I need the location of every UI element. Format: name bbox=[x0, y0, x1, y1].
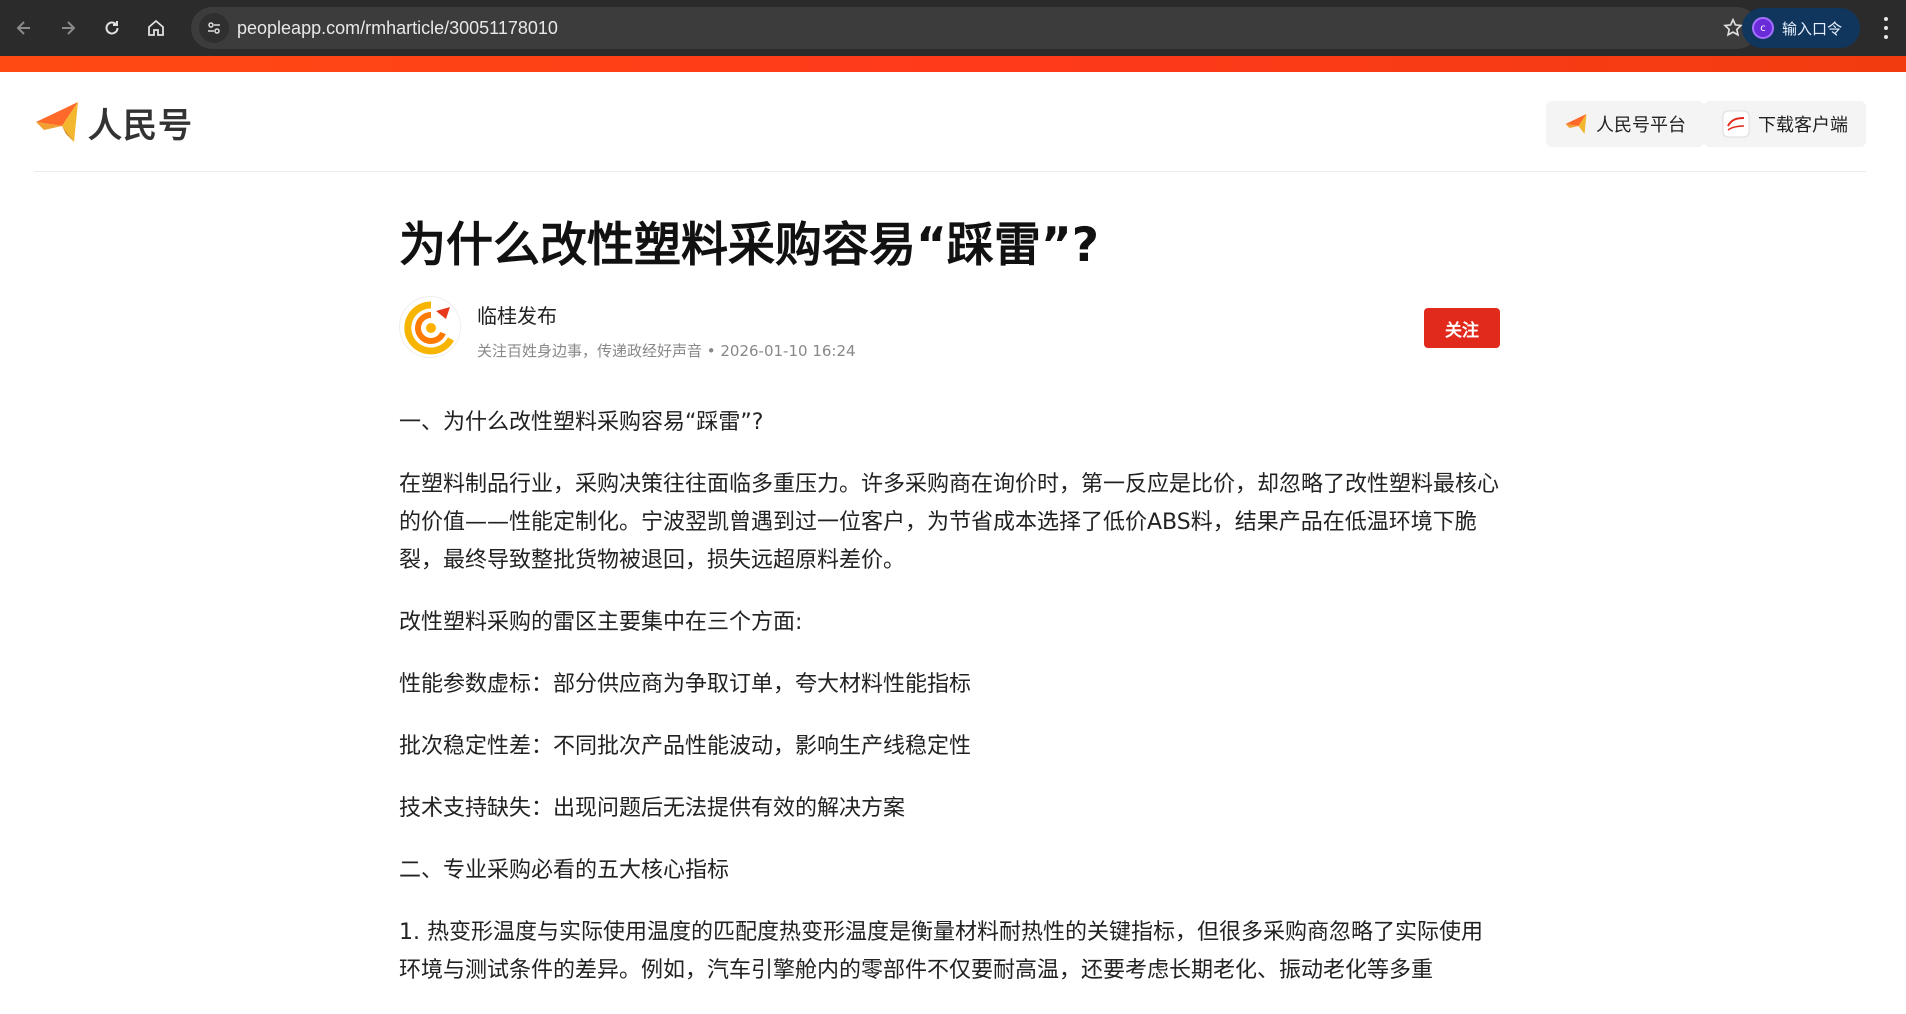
author-meta: 关注百姓身边事，传递政经好声音 • 2026-01-10 16:24 bbox=[477, 342, 856, 360]
paragraph: 批次稳定性差：不同批次产品性能波动，影响生产线稳定性 bbox=[399, 734, 972, 759]
site-info-button[interactable] bbox=[199, 13, 229, 43]
paragraph: 性能参数虚标：部分供应商为争取订单，夸大材料性能指标 bbox=[399, 672, 972, 697]
dot bbox=[1884, 35, 1888, 40]
platform-button[interactable]: 人民号平台 bbox=[1546, 101, 1704, 147]
address-bar[interactable]: peopleapp.com/rmharticle/30051178010 bbox=[191, 7, 1758, 49]
paragraph: 技术支持缺失：出现问题后无法提供有效的解决方案 bbox=[399, 796, 906, 821]
extension-label: 输入口令 bbox=[1782, 19, 1843, 38]
author-avatar[interactable] bbox=[399, 296, 461, 358]
paragraph: 1. 热变形温度与实际使用温度的匹配度热变形温度是衡量材料耐热性的关键指标，但很… bbox=[399, 920, 1483, 983]
bookmark-star-icon[interactable] bbox=[1722, 17, 1744, 39]
site-logo[interactable]: 人民号 bbox=[34, 98, 193, 146]
article-body: 一、为什么改性塑料采购容易“踩雷”? 在塑料制品行业，采购决策往往面临多重压力。… bbox=[399, 404, 1500, 1014]
back-button[interactable] bbox=[8, 12, 40, 44]
forward-button[interactable] bbox=[52, 12, 84, 44]
dot bbox=[1884, 16, 1888, 21]
paper-plane-icon bbox=[1565, 114, 1587, 134]
reload-icon bbox=[105, 21, 119, 35]
tune-icon bbox=[208, 22, 220, 34]
site-header: 人民号 人民号平台 下载客户端 bbox=[34, 72, 1866, 172]
paper-plane-logo-icon bbox=[36, 102, 78, 142]
author-logo-icon bbox=[401, 298, 460, 357]
arrow-right-icon bbox=[62, 21, 76, 35]
app-icon bbox=[1722, 110, 1750, 138]
download-button-label: 下载客户端 bbox=[1758, 115, 1848, 136]
author-name[interactable]: 临桂发布 bbox=[477, 300, 557, 329]
home-icon bbox=[148, 19, 164, 36]
paragraph: 一、为什么改性塑料采购容易“踩雷”? bbox=[399, 410, 764, 435]
home-button[interactable] bbox=[140, 12, 172, 44]
browser-menu-button[interactable] bbox=[1876, 14, 1896, 42]
dot bbox=[1884, 25, 1888, 30]
logo-text: 人民号 bbox=[88, 105, 193, 146]
brand-top-bar bbox=[0, 56, 1906, 72]
arrow-left-icon bbox=[16, 21, 30, 35]
follow-button[interactable]: 关注 bbox=[1424, 308, 1500, 348]
paragraph: 二、专业采购必看的五大核心指标 bbox=[399, 858, 730, 883]
reload-button[interactable] bbox=[96, 12, 128, 44]
article-title: 为什么改性塑料采购容易“踩雷”? bbox=[399, 218, 1100, 273]
platform-button-label: 人民号平台 bbox=[1596, 115, 1686, 136]
extension-icon: c bbox=[1752, 17, 1774, 39]
extension-button[interactable]: c 输入口令 bbox=[1742, 8, 1860, 48]
url-text[interactable]: peopleapp.com/rmharticle/30051178010 bbox=[237, 7, 558, 49]
download-app-button[interactable]: 下载客户端 bbox=[1704, 101, 1866, 147]
paragraph: 改性塑料采购的雷区主要集中在三个方面: bbox=[399, 610, 803, 635]
browser-toolbar: peopleapp.com/rmharticle/30051178010 c 输… bbox=[0, 0, 1906, 56]
paragraph: 在塑料制品行业，采购决策往往面临多重压力。许多采购商在询价时，第一反应是比价，却… bbox=[399, 472, 1500, 573]
